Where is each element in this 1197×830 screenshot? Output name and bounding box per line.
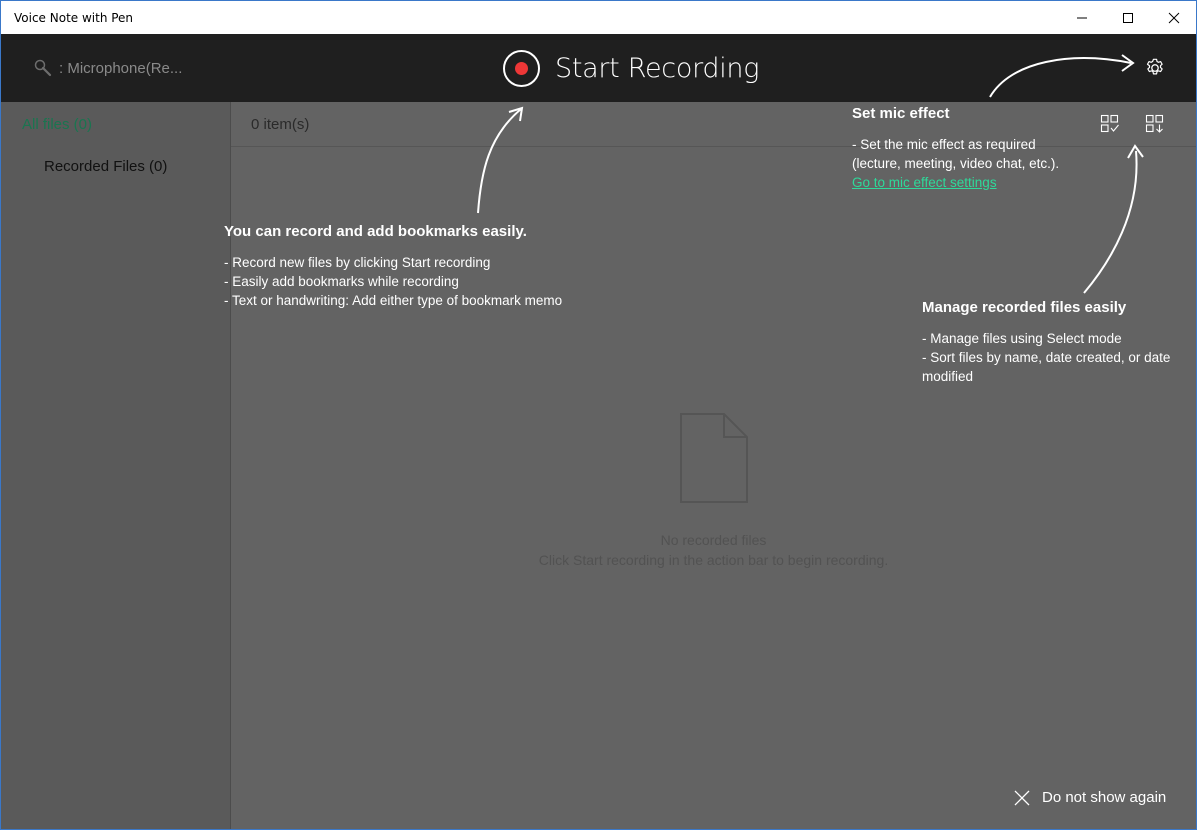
coachmark-mic-line: - Set the mic effect as required bbox=[852, 137, 1036, 152]
app-window: Voice Note with Pen : Microphone(Re... S… bbox=[0, 0, 1197, 830]
microphone-selector[interactable]: : Microphone(Re... bbox=[33, 58, 182, 78]
empty-file-icon bbox=[680, 413, 748, 508]
microphone-label: : Microphone(Re... bbox=[59, 59, 183, 77]
coachmark-record-title: You can record and add bookmarks easily. bbox=[224, 223, 527, 240]
coachmark-mic-line: (lecture, meeting, video chat, etc.). bbox=[852, 156, 1060, 171]
do-not-show-again-label: Do not show again bbox=[1042, 789, 1167, 806]
coachmark-record: You can record and add bookmarks easily.… bbox=[224, 223, 744, 310]
minimize-button[interactable] bbox=[1059, 1, 1105, 34]
coachmark-record-line: - Text or handwriting: Add either type o… bbox=[224, 293, 563, 308]
coachmark-mic-title: Set mic effect bbox=[852, 105, 950, 122]
record-icon bbox=[503, 50, 540, 87]
coachmark-record-line: - Easily add bookmarks while recording bbox=[224, 274, 459, 289]
start-recording-button[interactable]: Start Recording bbox=[503, 50, 759, 87]
gear-icon bbox=[1146, 58, 1163, 75]
file-list-area: 0 item(s) No recorded files Click Start … bbox=[231, 102, 1196, 829]
dismiss-icon bbox=[1014, 790, 1030, 805]
empty-subtitle: Click Start recording in the action bar … bbox=[538, 552, 889, 568]
coachmark-record-line: - Record new files by clicking Start rec… bbox=[224, 255, 491, 270]
close-icon bbox=[1168, 12, 1180, 23]
mic-effect-settings-link[interactable]: Go to mic effect settings bbox=[852, 175, 997, 190]
close-button[interactable] bbox=[1151, 1, 1196, 34]
sidebar-item-recorded-files[interactable]: Recorded Files (0) bbox=[44, 158, 167, 175]
coachmark-manage-title: Manage recorded files easily bbox=[922, 299, 1127, 316]
settings-button[interactable] bbox=[1144, 57, 1166, 84]
do-not-show-again-button[interactable]: Do not show again bbox=[1014, 789, 1166, 806]
coachmark-mic-effect: Set mic effect - Set the mic effect as r… bbox=[852, 105, 1152, 192]
start-recording-label: Start Recording bbox=[555, 53, 760, 84]
item-count: 0 item(s) bbox=[251, 116, 310, 133]
window-title: Voice Note with Pen bbox=[14, 11, 134, 25]
coachmark-manage-line: - Sort files by name, date created, or d… bbox=[922, 350, 1171, 384]
action-bar: : Microphone(Re... Start Recording bbox=[1, 34, 1196, 102]
maximize-icon bbox=[1123, 12, 1133, 23]
coachmark-manage-files: Manage recorded files easily - Manage fi… bbox=[922, 299, 1192, 386]
microphone-icon bbox=[34, 59, 52, 77]
empty-title: No recorded files bbox=[660, 532, 767, 548]
sidebar: All files (0) Recorded Files (0) bbox=[1, 102, 231, 829]
maximize-button[interactable] bbox=[1105, 1, 1151, 34]
title-bar: Voice Note with Pen bbox=[1, 1, 1196, 34]
record-dot bbox=[515, 62, 528, 75]
coachmark-manage-line: - Manage files using Select mode bbox=[922, 331, 1122, 346]
minimize-icon bbox=[1077, 17, 1087, 18]
sidebar-item-all-files[interactable]: All files (0) bbox=[22, 116, 92, 133]
